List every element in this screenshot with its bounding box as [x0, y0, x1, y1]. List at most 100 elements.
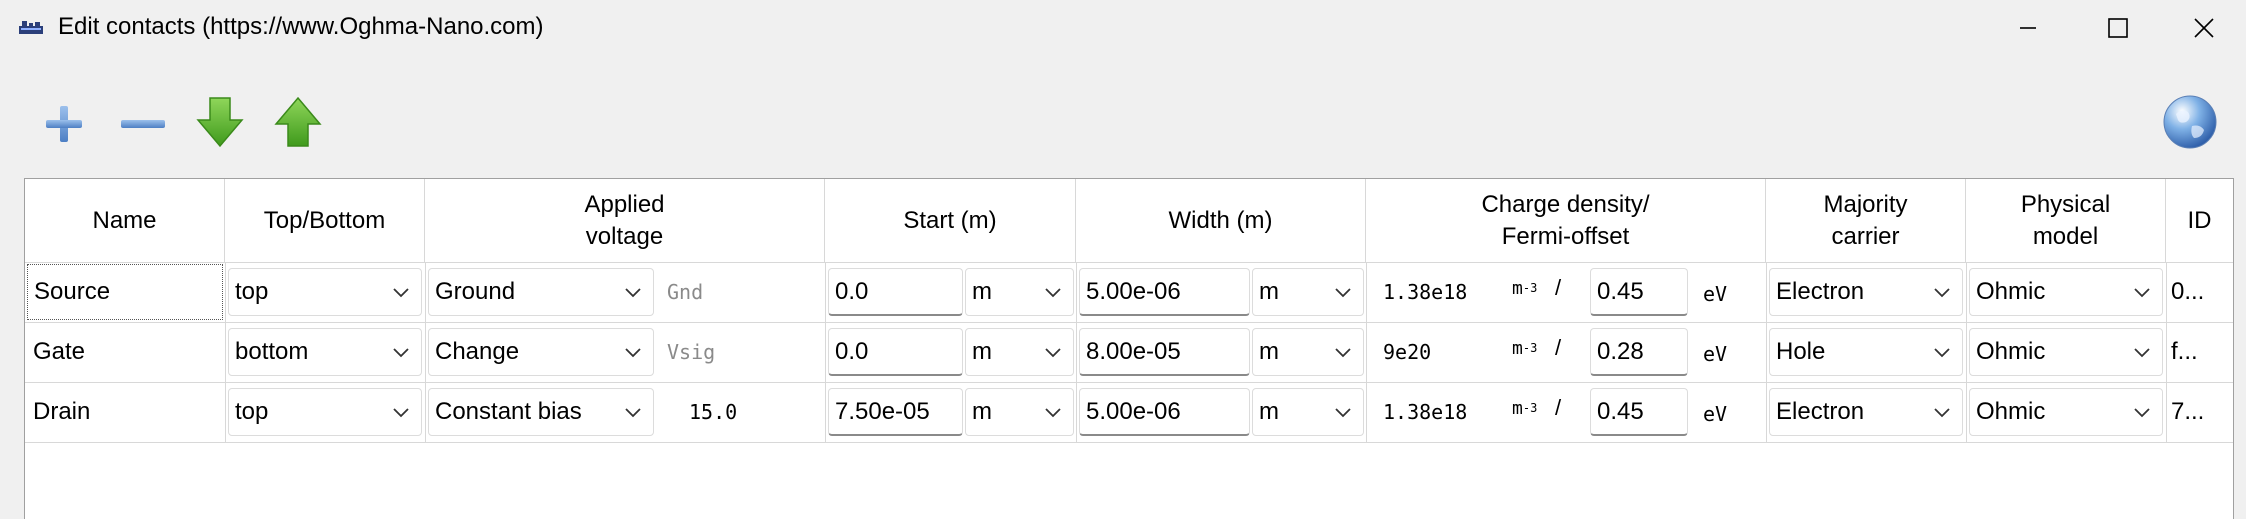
width-unit-select[interactable]: m	[1252, 388, 1364, 436]
charge-density-value[interactable]: 1.38e18	[1383, 388, 1467, 436]
maximize-button[interactable]	[2072, 0, 2164, 56]
fermi-offset-input[interactable]: 0.28	[1590, 328, 1688, 376]
majority-carrier-select[interactable]: Electron	[1769, 268, 1963, 316]
close-button[interactable]	[2162, 0, 2246, 56]
physical-model-select[interactable]: Ohmic	[1969, 268, 2163, 316]
physical-model-select[interactable]: Ohmic	[1969, 388, 2163, 436]
minus-icon	[121, 120, 165, 128]
position-value: bottom	[235, 338, 309, 365]
header-top-bottom[interactable]: Top/Bottom	[225, 179, 425, 262]
start-unit-select[interactable]: m	[965, 388, 1074, 436]
charge-density-value[interactable]: 1.38e18	[1383, 268, 1467, 316]
start-unit-value: m	[972, 338, 992, 365]
maximize-icon	[2108, 18, 2128, 38]
chevron-down-icon	[625, 408, 641, 418]
header-majority-carrier[interactable]: Majority carrier	[1766, 179, 1966, 262]
chevron-down-icon	[1045, 348, 1061, 358]
position-select[interactable]: bottom	[228, 328, 422, 376]
table-row-drain: Drain top Constant bias 15.0 7.50e-05 m …	[25, 382, 2233, 442]
physical-model-select[interactable]: Ohmic	[1969, 328, 2163, 376]
chevron-down-icon	[393, 288, 409, 298]
majority-carrier-select[interactable]: Hole	[1769, 328, 1963, 376]
width-unit-select[interactable]: m	[1252, 268, 1364, 316]
move-down-button[interactable]	[188, 90, 252, 154]
contact-name-cell[interactable]: Source	[27, 264, 223, 320]
start-input[interactable]: 0.0	[828, 328, 963, 376]
fermi-unit: eV	[1703, 402, 1728, 426]
chevron-down-icon	[625, 348, 641, 358]
start-input[interactable]: 0.0	[828, 268, 963, 316]
unit-exponent: -3	[1522, 281, 1538, 295]
help-globe-button[interactable]	[2158, 90, 2222, 154]
id-cell[interactable]: 7...	[2171, 388, 2204, 436]
voltage-value[interactable]: Vsig	[667, 328, 715, 376]
start-unit-select[interactable]: m	[965, 268, 1074, 316]
voltage-type-select[interactable]: Constant bias	[428, 388, 654, 436]
header-charge-density[interactable]: Charge density/ Fermi-offset	[1366, 179, 1766, 262]
header-physical-model[interactable]: Physical model	[1966, 179, 2166, 262]
position-select[interactable]: top	[228, 268, 422, 316]
remove-contact-button[interactable]	[111, 92, 175, 156]
position-value: top	[235, 278, 269, 305]
move-up-button[interactable]	[266, 90, 330, 154]
position-value: top	[235, 398, 269, 425]
header-start[interactable]: Start (m)	[825, 179, 1076, 262]
majority-carrier-select[interactable]: Electron	[1769, 388, 1963, 436]
chevron-down-icon	[1934, 408, 1950, 418]
chevron-down-icon	[393, 408, 409, 418]
width-input[interactable]: 5.00e-06	[1079, 388, 1250, 436]
voltage-type-select[interactable]: Ground	[428, 268, 654, 316]
fermi-offset-input[interactable]: 0.45	[1590, 268, 1688, 316]
globe-icon	[2163, 95, 2217, 149]
width-input[interactable]: 8.00e-05	[1079, 328, 1250, 376]
fermi-offset-input[interactable]: 0.45	[1590, 388, 1688, 436]
chevron-down-icon	[1045, 288, 1061, 298]
chevron-down-icon	[625, 288, 641, 298]
plus-icon	[46, 106, 82, 142]
width-unit-value: m	[1259, 338, 1279, 365]
width-unit-select[interactable]: m	[1252, 328, 1364, 376]
unit-exponent: -3	[1522, 401, 1538, 415]
header-applied-voltage[interactable]: Applied voltage	[425, 179, 825, 262]
physical-model-value: Ohmic	[1976, 278, 2046, 305]
header-name[interactable]: Name	[25, 179, 225, 262]
chevron-down-icon	[2134, 408, 2150, 418]
title-bar: Edit contacts (https://www.Oghma-Nano.co…	[0, 0, 2246, 56]
contact-name-cell[interactable]: Gate	[27, 324, 223, 380]
voltage-type-select[interactable]: Change	[428, 328, 654, 376]
app-icon	[18, 17, 44, 42]
unit-base: m	[1512, 397, 1523, 419]
contact-name-cell[interactable]: Drain	[27, 384, 223, 440]
start-input[interactable]: 7.50e-05	[828, 388, 963, 436]
position-select[interactable]: top	[228, 388, 422, 436]
contacts-table: Name Top/Bottom Applied voltage Start (m…	[24, 178, 2234, 519]
chevron-down-icon	[2134, 348, 2150, 358]
table-row-source: Source top Ground Gnd 0.0 m 5.00e-06 m 1…	[25, 262, 2233, 322]
header-width[interactable]: Width (m)	[1076, 179, 1366, 262]
header-id[interactable]: ID	[2166, 179, 2233, 262]
chevron-down-icon	[1335, 408, 1351, 418]
start-unit-select[interactable]: m	[965, 328, 1074, 376]
voltage-value[interactable]: Gnd	[667, 268, 703, 316]
divider	[25, 442, 2233, 443]
close-icon	[2194, 18, 2214, 38]
id-cell[interactable]: 0...	[2171, 268, 2204, 316]
toolbar	[0, 56, 2246, 176]
chevron-down-icon	[2134, 288, 2150, 298]
start-unit-value: m	[972, 398, 992, 425]
voltage-type-value: Ground	[435, 278, 516, 305]
id-cell[interactable]: f...	[2171, 328, 2198, 376]
chevron-down-icon	[1045, 408, 1061, 418]
add-contact-button[interactable]	[32, 92, 96, 156]
width-unit-value: m	[1259, 398, 1279, 425]
charge-density-value[interactable]: 9e20	[1383, 328, 1431, 376]
voltage-value[interactable]: 15.0	[689, 388, 737, 436]
unit-base: m	[1512, 337, 1523, 359]
charge-density-unit: m -3	[1512, 264, 1537, 312]
unit-exponent: -3	[1522, 341, 1538, 355]
minimize-button[interactable]	[1982, 0, 2074, 56]
physical-model-value: Ohmic	[1976, 398, 2046, 425]
slash-separator: /	[1555, 395, 1562, 420]
width-input[interactable]: 5.00e-06	[1079, 268, 1250, 316]
start-unit-value: m	[972, 278, 992, 305]
